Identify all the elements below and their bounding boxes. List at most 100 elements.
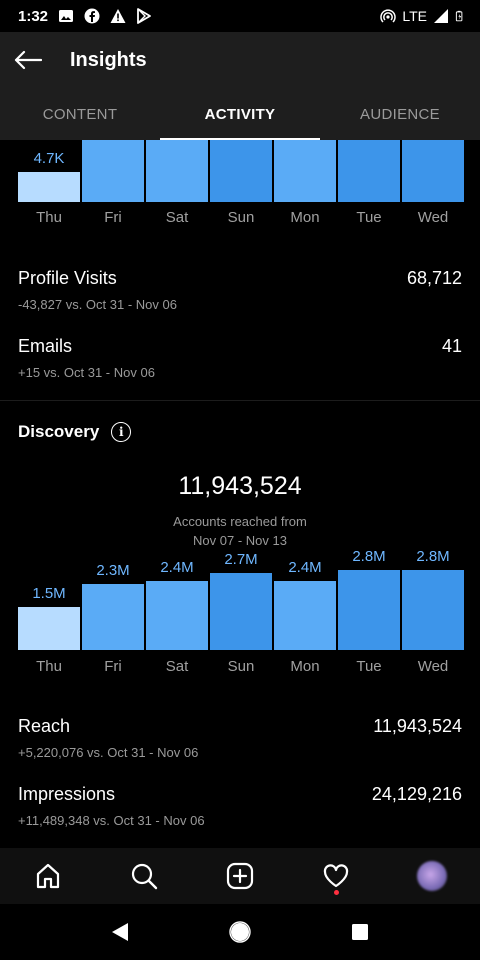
network-label: LTE xyxy=(402,8,427,24)
hotspot-icon xyxy=(380,9,397,23)
section-divider xyxy=(0,400,480,401)
system-nav xyxy=(0,904,480,960)
day-label: Mon xyxy=(290,209,320,226)
reach-bar-value: 1.5M xyxy=(32,585,66,602)
reach-bar-sun[interactable] xyxy=(210,573,272,650)
arrow-left-icon xyxy=(14,50,42,70)
interactions-bar-wed xyxy=(402,140,464,202)
interactions-bar xyxy=(274,140,336,202)
nav-search[interactable] xyxy=(114,848,174,904)
reach-bar-wed[interactable] xyxy=(402,570,464,650)
reach-caption-line1: Accounts reached from xyxy=(173,514,307,529)
interactions-bar xyxy=(402,140,464,202)
app-header: Insights xyxy=(0,32,480,88)
reach-bar-value: 2.8M xyxy=(416,548,450,565)
heart-icon xyxy=(323,864,349,888)
interactions-bar xyxy=(82,140,144,202)
metric-value: 11,943,524 xyxy=(373,716,462,736)
accounts-reached-total: 11,943,524 xyxy=(178,472,302,500)
notification-dot xyxy=(334,890,339,895)
search-icon xyxy=(131,863,158,890)
profile-avatar xyxy=(417,861,447,891)
nav-activity[interactable] xyxy=(306,848,366,904)
activity-content[interactable]: 4.7K Thu Fri Sat Sun Mon Tue Wed Profile… xyxy=(0,140,480,848)
reach-bar-sat[interactable] xyxy=(146,581,208,650)
day-label: Sat xyxy=(165,658,189,675)
reach-bar-value: 2.4M xyxy=(160,559,194,576)
reach-bar-thu[interactable] xyxy=(18,607,80,650)
system-home-button[interactable] xyxy=(210,904,270,960)
interactions-bar-tue xyxy=(338,140,400,202)
tab-content[interactable]: CONTENT xyxy=(0,88,160,140)
status-bar: 1:32 LTE xyxy=(0,0,480,32)
discovery-section-title: Discovery i xyxy=(18,422,132,442)
day-label: Sun xyxy=(227,658,255,675)
metric-name: Profile Visits xyxy=(18,268,117,288)
bottom-nav xyxy=(0,848,480,904)
signal-icon xyxy=(434,9,448,23)
day-label: Wed xyxy=(417,658,449,675)
interactions-bar-value: 4.7K xyxy=(33,150,65,167)
interactions-bar xyxy=(18,172,80,202)
interactions-bar-mon xyxy=(274,140,336,202)
metric-comparison: +5,220,076 vs. Oct 31 - Nov 06 xyxy=(18,745,199,760)
page-title: Insights xyxy=(70,48,147,71)
metric-value: 41 xyxy=(441,336,462,356)
metric-comparison: +11,489,348 vs. Oct 31 - Nov 06 xyxy=(18,813,205,828)
interactions-bar-sun xyxy=(210,140,272,202)
system-back-button[interactable] xyxy=(90,904,150,960)
add-post-icon xyxy=(226,862,254,890)
metric-value: 68,712 xyxy=(406,268,462,288)
metric-impressions[interactable]: Impressions 24,129,216 +11,489,348 vs. O… xyxy=(18,784,462,828)
section-title-text: Discovery xyxy=(18,422,100,441)
home-circle-icon xyxy=(229,921,251,943)
discovery-reach-chart: 1.5M Thu 2.3M Fri 2.4M Sat 2.7M Sun 2.4M Mon 2.8M T… xyxy=(0,544,480,684)
insights-tabs: CONTENT ACTIVITY AUDIENCE xyxy=(0,88,480,140)
metric-comparison: -43,827 vs. Oct 31 - Nov 06 xyxy=(18,297,177,312)
info-icon[interactable]: i xyxy=(111,422,132,442)
warning-icon xyxy=(110,9,126,23)
nav-home[interactable] xyxy=(18,848,78,904)
day-label: Sat xyxy=(165,209,189,226)
interactions-bar-thu: 4.7K xyxy=(18,140,80,202)
day-label: Tue xyxy=(356,209,382,226)
reach-bar-value: 2.4M xyxy=(288,559,322,576)
reach-bar-value: 2.8M xyxy=(352,548,386,565)
interactions-chart: 4.7K Thu Fri Sat Sun Mon Tue Wed xyxy=(0,140,480,240)
metric-value: 24,129,216 xyxy=(371,784,462,804)
reach-bar-mon[interactable] xyxy=(274,581,336,650)
day-label: Tue xyxy=(356,658,382,675)
nav-new-post[interactable] xyxy=(210,848,270,904)
day-label: Fri xyxy=(104,658,122,675)
day-label: Sun xyxy=(227,209,255,226)
metric-reach[interactable]: Reach 11,943,524 +5,220,076 vs. Oct 31 -… xyxy=(18,716,462,760)
image-icon xyxy=(59,10,74,22)
nav-profile[interactable] xyxy=(402,848,462,904)
reach-bar-fri[interactable] xyxy=(82,584,144,650)
status-time: 1:32 xyxy=(18,7,49,25)
interactions-bar xyxy=(338,140,400,202)
reach-bar-tue[interactable] xyxy=(338,570,400,650)
day-label: Mon xyxy=(290,658,320,675)
play-store-icon xyxy=(137,8,151,24)
interactions-bar xyxy=(146,140,208,202)
day-label: Thu xyxy=(36,209,62,226)
back-triangle-icon xyxy=(112,923,128,941)
battery-icon xyxy=(455,10,463,22)
metric-emails[interactable]: Emails 41 +15 vs. Oct 31 - Nov 06 xyxy=(18,336,462,380)
reach-bar-value: 2.3M xyxy=(96,562,130,579)
metric-profile-visits[interactable]: Profile Visits 68,712 -43,827 vs. Oct 31… xyxy=(18,268,462,312)
tab-audience[interactable]: AUDIENCE xyxy=(320,88,480,140)
interactions-bar-sat xyxy=(146,140,208,202)
tab-activity[interactable]: ACTIVITY xyxy=(160,88,320,140)
metric-comparison: +15 vs. Oct 31 - Nov 06 xyxy=(18,365,155,380)
home-icon xyxy=(36,863,60,889)
facebook-icon xyxy=(84,8,100,24)
day-label: Wed xyxy=(417,209,449,226)
recents-square-icon xyxy=(352,924,368,940)
metric-name: Emails xyxy=(18,336,73,356)
day-label: Fri xyxy=(104,209,122,226)
interactions-bar xyxy=(210,140,272,202)
system-recents-button[interactable] xyxy=(330,904,390,960)
back-button[interactable] xyxy=(0,32,56,88)
